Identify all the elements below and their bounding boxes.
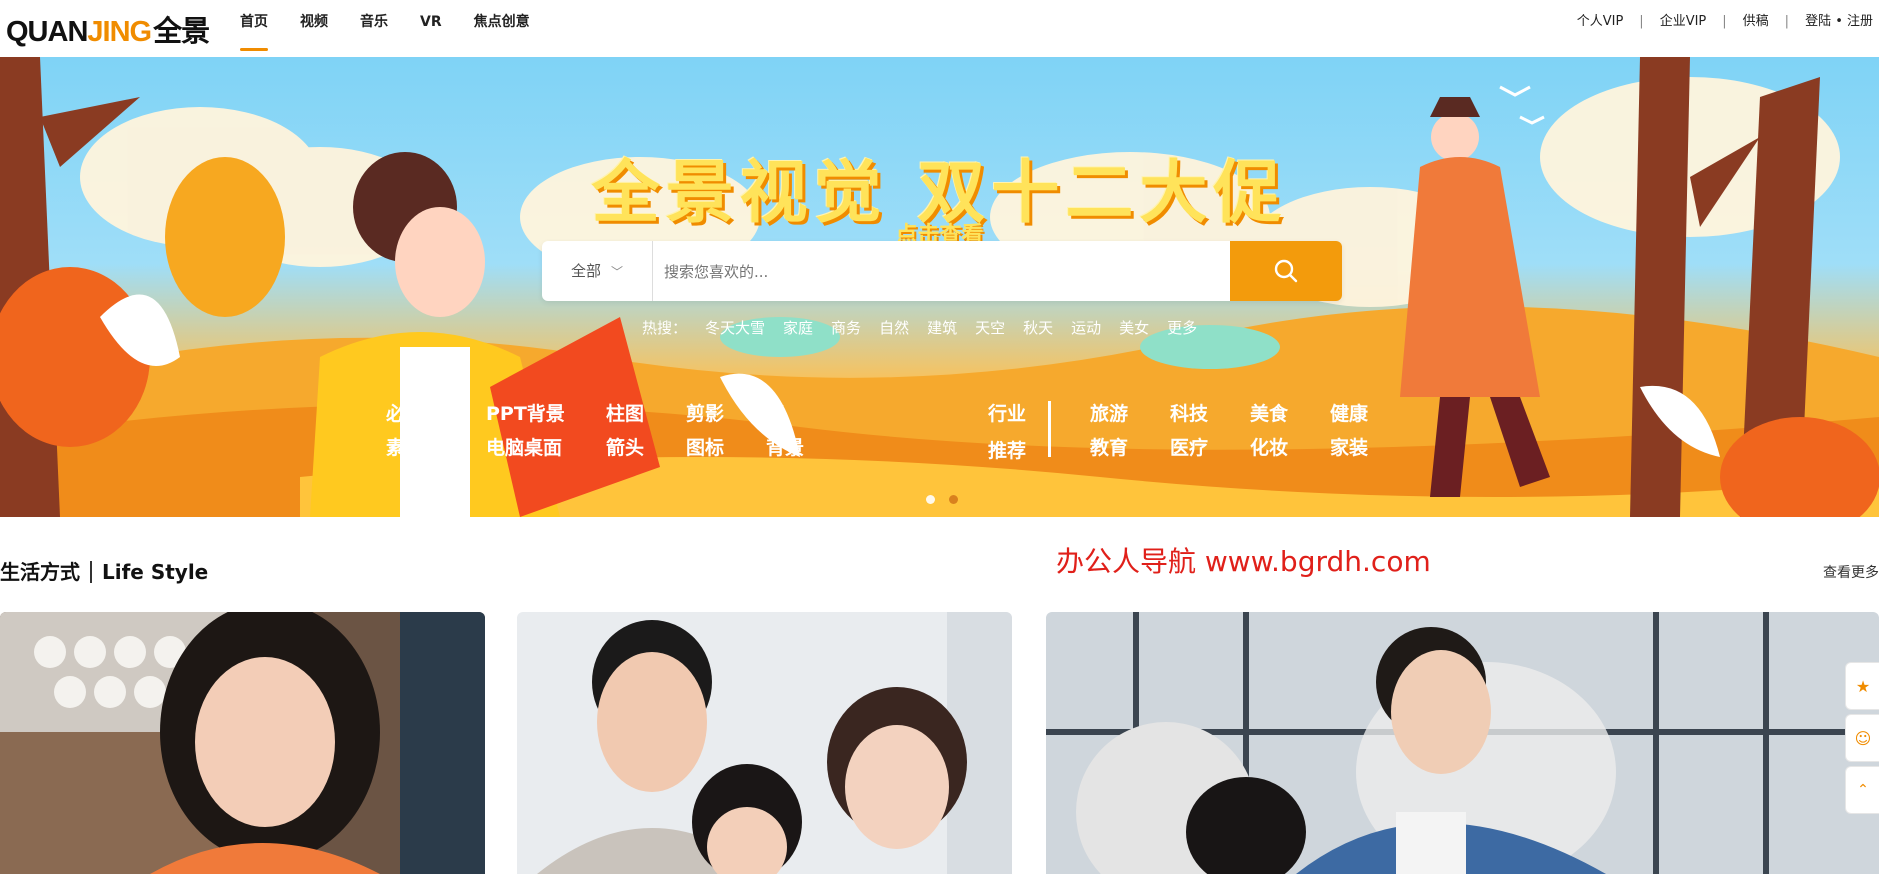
category-link[interactable]: 教育 xyxy=(1090,433,1170,459)
category-divider xyxy=(1048,401,1051,457)
category-link[interactable]: 旅游 xyxy=(1090,399,1170,425)
photo-woman-image xyxy=(0,612,485,874)
category-link[interactable]: 美食 xyxy=(1250,399,1330,425)
hero-banner[interactable]: 全景视觉 双十二大促 点击查看 全部﹀ 热搜： 冬天大雪 家庭 商务 自然 建筑… xyxy=(0,57,1879,517)
back-to-top-icon: ⌃ xyxy=(1857,782,1869,798)
nav-music[interactable]: 音乐 xyxy=(360,0,388,57)
hot-tag[interactable]: 冬天大雪 xyxy=(705,317,765,338)
star-icon: ★ xyxy=(1855,676,1871,696)
photo-family-image xyxy=(517,612,1012,874)
hot-tag[interactable]: 运动 xyxy=(1071,317,1101,338)
hot-tags: 热搜： 冬天大雪 家庭 商务 自然 建筑 天空 秋天 运动 美女 更多 xyxy=(642,317,1215,338)
category-link[interactable]: 电脑桌面 xyxy=(486,433,606,459)
search-category-select[interactable]: 全部 ﹀ xyxy=(542,241,653,301)
search-input[interactable] xyxy=(662,251,1206,293)
chevron-down-icon: ﹀ xyxy=(611,265,624,279)
search-bar: 全部 ﹀ xyxy=(542,241,1342,301)
favorite-button[interactable]: ★ xyxy=(1845,662,1879,710)
hot-tags-label: 热搜： xyxy=(642,319,688,337)
divider: | xyxy=(1784,14,1790,29)
photo-card-family[interactable] xyxy=(517,612,1012,874)
photo-card-woman[interactable] xyxy=(0,612,485,874)
login-register-link[interactable]: 登陆 • 注册 xyxy=(1805,0,1873,44)
hot-tag[interactable]: 天空 xyxy=(975,317,1005,338)
category-link[interactable]: 素材 xyxy=(386,433,486,459)
category-link[interactable]: 科技 xyxy=(1170,399,1250,425)
nav-home[interactable]: 首页 xyxy=(240,0,268,57)
divider: | xyxy=(1639,14,1644,29)
nav-vr[interactable]: VR xyxy=(420,0,442,57)
category-links-right: 旅游 科技 美食 健康 教育 医疗 化妆 家装 xyxy=(1090,399,1410,459)
personal-vip-link[interactable]: 个人VIP xyxy=(1577,0,1624,44)
search-category-label: 全部 xyxy=(570,262,601,280)
hot-tags-more[interactable]: 更多 xyxy=(1167,317,1197,338)
nav-focus-creative[interactable]: 焦点创意 xyxy=(474,0,530,57)
section-title-en: Life Style xyxy=(102,560,209,584)
title-divider xyxy=(90,561,92,583)
section-title-cn: 生活方式 xyxy=(0,560,80,584)
top-bar: QUANJING全景 首页 视频 音乐 VR 焦点创意 个人VIP | 企业VIP… xyxy=(0,0,1879,58)
category-link[interactable]: 箭头 xyxy=(606,433,686,459)
main-nav: 首页 视频 音乐 VR 焦点创意 xyxy=(240,0,562,57)
nav-video[interactable]: 视频 xyxy=(300,0,328,57)
user-nav: 个人VIP | 企业VIP | 供稿 | 登陆 • 注册 xyxy=(1577,0,1873,44)
back-to-top-button[interactable]: ⌃ xyxy=(1845,766,1879,814)
logo-text-cn: 全景 xyxy=(153,14,210,48)
hot-tag[interactable]: 秋天 xyxy=(1023,317,1053,338)
enterprise-vip-link[interactable]: 企业VIP xyxy=(1660,0,1707,44)
customer-service-button[interactable]: ☺ xyxy=(1845,714,1879,762)
photo-card-office[interactable] xyxy=(1046,612,1879,874)
hot-tag[interactable]: 商务 xyxy=(831,317,861,338)
user-service-icon: ☺ xyxy=(1854,728,1872,748)
category-link[interactable]: 家装 xyxy=(1330,433,1410,459)
search-icon xyxy=(1274,259,1298,283)
category-link[interactable]: 剪影 xyxy=(686,399,766,425)
category-link[interactable]: PPT背景 xyxy=(486,399,606,425)
search-button[interactable] xyxy=(1230,241,1342,301)
promo-watermark: 办公人导航 www.bgrdh.com xyxy=(1056,545,1431,578)
category-link[interactable]: 标 xyxy=(766,399,826,425)
photo-office-image xyxy=(1046,612,1879,874)
section-title: 生活方式 Life Style xyxy=(0,556,208,585)
logo-text-a: QUAN xyxy=(6,16,88,48)
category-link[interactable]: 背景 xyxy=(766,433,826,459)
carousel-dot-2[interactable] xyxy=(949,495,958,504)
category-links-left: 必备 PPT背景 柱图 剪影 标 素材 电脑桌面 箭头 图标 背景 xyxy=(386,399,826,459)
category-link[interactable]: 柱图 xyxy=(606,399,686,425)
category-link[interactable]: 必备 xyxy=(386,399,486,425)
category-link[interactable]: 医疗 xyxy=(1170,433,1250,459)
side-toolbar: ★ ☺ ⌃ xyxy=(1845,662,1879,818)
carousel-dot-1[interactable] xyxy=(926,495,935,504)
hot-tag[interactable]: 美女 xyxy=(1119,317,1149,338)
site-logo[interactable]: QUANJING全景 xyxy=(6,8,210,50)
view-more-link[interactable]: 查看更多 xyxy=(1823,562,1879,582)
category-link[interactable]: 图标 xyxy=(686,433,766,459)
divider: | xyxy=(1722,14,1727,29)
hot-tag[interactable]: 家庭 xyxy=(783,317,813,338)
hot-tag[interactable]: 建筑 xyxy=(927,317,957,338)
carousel-dots xyxy=(926,495,972,504)
hot-tag[interactable]: 自然 xyxy=(879,317,909,338)
logo-text-b: JING xyxy=(87,16,152,48)
category-link[interactable]: 化妆 xyxy=(1250,433,1330,459)
contribute-link[interactable]: 供稿 xyxy=(1743,0,1769,44)
category-link[interactable]: 健康 xyxy=(1330,399,1410,425)
